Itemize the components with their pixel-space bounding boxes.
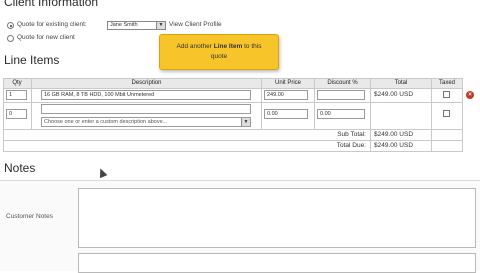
description-select-placeholder: Choose one or enter a custom description… (44, 119, 168, 125)
client-select[interactable]: Jane Smith ▼ (107, 21, 166, 30)
existing-client-radio[interactable] (7, 22, 14, 29)
client-select-value: Jane Smith (110, 22, 138, 28)
chevron-down-icon: ▼ (241, 118, 250, 126)
new-client-label: Quote for new client (17, 34, 75, 41)
line-total: $249.00 USD (374, 91, 414, 98)
description-input[interactable]: 16 GB RAM, 8 TB HDD, 100 Mbit Unmetered (41, 90, 251, 100)
chevron-down-icon: ▼ (156, 22, 165, 29)
delete-row-icon[interactable]: × (466, 91, 474, 99)
subtotal-label: Sub Total: (337, 131, 366, 138)
grid-line (3, 129, 463, 130)
grid-line (261, 78, 262, 129)
total-due-label: Total Due: (336, 142, 366, 149)
existing-client-label: Quote for existing client: (17, 21, 87, 28)
column-header-taxed: Taxed (432, 78, 462, 89)
tooltip-suffix: to this (242, 43, 262, 50)
grid-line (3, 140, 463, 141)
tooltip-line2: quote (210, 53, 228, 60)
notes-title: Notes (4, 161, 36, 175)
add-line-item-tooltip: Add another Line Item to this quote (159, 34, 279, 70)
view-client-profile-link[interactable]: View Client Profile (169, 21, 222, 28)
taxed-checkbox[interactable] (443, 91, 450, 98)
tooltip-prefix: Add another (176, 43, 214, 50)
line-items-title: Line Items (4, 53, 60, 67)
grid-line (314, 78, 315, 129)
mouse-cursor-icon (96, 166, 108, 179)
qty-input[interactable]: 1 (6, 90, 27, 100)
discount-input[interactable]: 0.00 (317, 109, 365, 119)
column-header-qty: Qty (3, 78, 31, 89)
discount-input[interactable] (317, 90, 365, 100)
total-due-value: $249.00 USD (374, 142, 414, 149)
client-info-title: Client Information (4, 0, 99, 9)
custom-description-input[interactable] (41, 104, 251, 114)
internal-notes-textarea[interactable] (78, 253, 476, 273)
column-header-description: Description (32, 78, 261, 89)
grid-line (31, 78, 32, 129)
column-header-total: Total (371, 78, 431, 89)
grid-line (3, 102, 463, 103)
description-select[interactable]: Choose one or enter a custom description… (41, 117, 251, 127)
subtotal-value: $249.00 USD (374, 131, 414, 138)
new-client-radio[interactable] (7, 35, 14, 42)
tooltip-bold: Line Item (213, 43, 243, 50)
taxed-checkbox[interactable] (443, 110, 450, 117)
grid-line (3, 151, 463, 152)
unit-price-input[interactable]: 0.00 (264, 109, 308, 119)
unit-price-input[interactable]: 249.00 (264, 90, 308, 100)
column-header-discount: Discount % (315, 78, 370, 89)
customer-notes-textarea[interactable] (78, 188, 476, 248)
customer-notes-label: Customer Notes (6, 213, 53, 220)
column-header-unit-price: Unit Price (262, 78, 314, 89)
qty-input[interactable]: 0 (6, 109, 27, 119)
